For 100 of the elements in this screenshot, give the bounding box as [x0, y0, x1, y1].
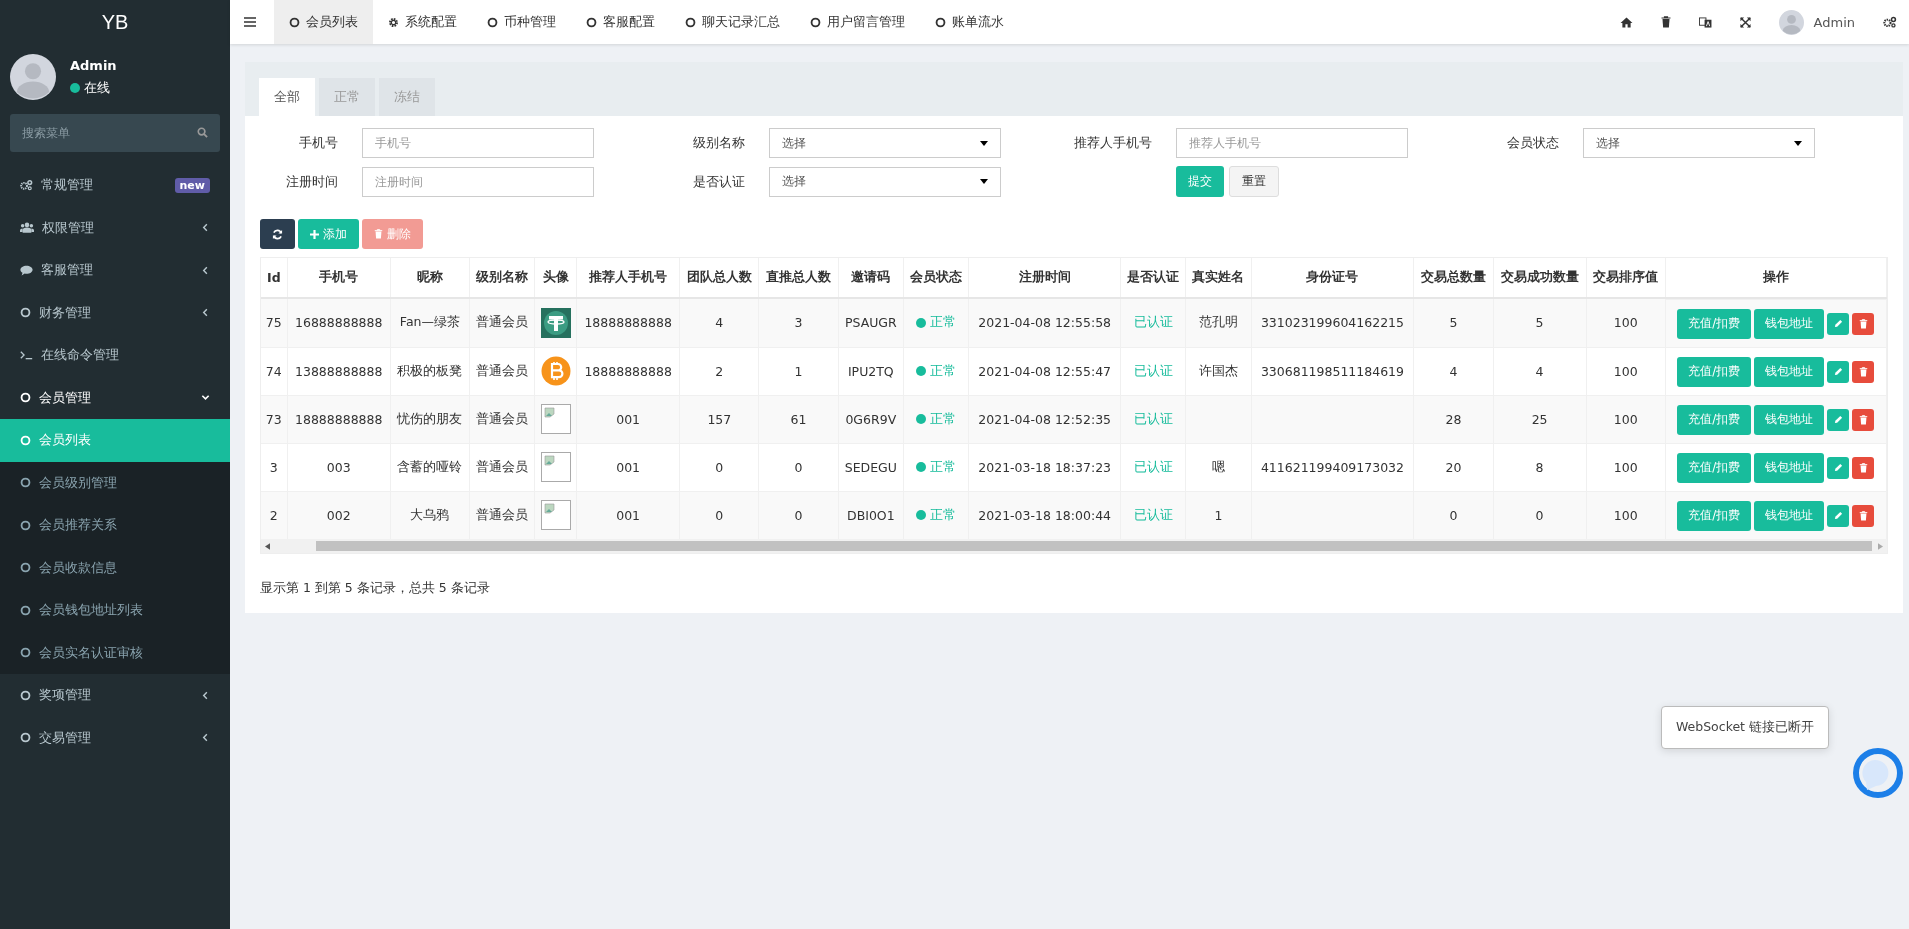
- terminal-icon: [20, 350, 33, 361]
- circle-icon: [586, 16, 597, 28]
- circle-icon: [20, 519, 31, 531]
- chevron-left-icon: [201, 690, 210, 700]
- tether-coin-icon: [540, 307, 571, 338]
- scroll-left-icon[interactable]: [265, 542, 270, 550]
- trash-icon[interactable]: [1660, 16, 1671, 28]
- delete-button[interactable]: [1852, 312, 1875, 335]
- table-cell: 4: [715, 315, 724, 331]
- table-cell: 普通会员: [476, 458, 529, 474]
- table-cell: 3: [794, 315, 803, 331]
- page-tab[interactable]: 客服配置: [571, 0, 670, 44]
- delete-button[interactable]: [1852, 456, 1875, 479]
- page-tab[interactable]: 用户留言管理: [795, 0, 920, 44]
- delete-button[interactable]: [1852, 360, 1875, 383]
- sidebar-menu-item[interactable]: 常规管理 new: [0, 164, 230, 207]
- fullscreen-icon[interactable]: [1739, 16, 1751, 28]
- menu-icon[interactable]: [244, 17, 256, 27]
- trash-icon: [1858, 462, 1868, 473]
- status-text: 正常: [930, 410, 957, 428]
- chat-bubble-icon[interactable]: [1853, 748, 1903, 798]
- sidebar-menu-item[interactable]: 客服管理: [0, 249, 230, 292]
- table-cell: 100: [1613, 507, 1638, 523]
- avatar-icon: [1778, 9, 1804, 35]
- status-text: 正常: [930, 458, 957, 476]
- chevron-left-icon: [201, 308, 210, 318]
- reset-button[interactable]: 重置: [1229, 166, 1279, 197]
- new-badge: new: [174, 177, 210, 193]
- sidebar-menu-item[interactable]: 会员管理: [0, 376, 230, 419]
- sidebar-submenu-item[interactable]: 会员推荐关系: [0, 504, 230, 547]
- sidebar-submenu-item[interactable]: 会员收款信息: [0, 546, 230, 589]
- sidebar-menu-item[interactable]: 在线命令管理: [0, 334, 230, 377]
- table-cell: 18888888888: [584, 363, 672, 379]
- caret-icon: [980, 179, 988, 184]
- table-cell: IPU2TQ: [847, 363, 894, 379]
- status-text: 正常: [930, 362, 957, 380]
- scroll-right-icon[interactable]: [1878, 542, 1883, 550]
- horizontal-scrollbar[interactable]: [261, 539, 1887, 553]
- table-cell: 100: [1613, 363, 1638, 379]
- page-tab[interactable]: 聊天记录汇总: [670, 0, 795, 44]
- table-cell: 1: [794, 363, 803, 379]
- table-cell: DBI0O1: [847, 507, 895, 523]
- filter-tab[interactable]: 全部: [259, 78, 315, 116]
- table-cell: 2021-04-08 12:55:47: [978, 363, 1112, 379]
- table-cell: 2021-03-18 18:37:23: [978, 459, 1112, 475]
- verified-text: 已认证: [1133, 410, 1173, 426]
- filter-select[interactable]: 选择: [769, 128, 1001, 158]
- home-icon[interactable]: [1619, 16, 1633, 28]
- delete-button[interactable]: [1852, 408, 1875, 431]
- translate-icon[interactable]: [1698, 16, 1712, 28]
- table-cell: 157: [707, 411, 732, 427]
- edit-button[interactable]: [1827, 360, 1850, 383]
- verified-text: 已认证: [1133, 506, 1173, 522]
- table-cell: 2021-04-08 12:52:35: [978, 411, 1112, 427]
- filter-input[interactable]: 手机号: [362, 128, 594, 158]
- menu-search-field[interactable]: 搜索菜单: [10, 114, 220, 152]
- edit-button[interactable]: [1827, 408, 1850, 431]
- chevron-left-icon: [201, 265, 210, 275]
- sidebar-submenu-item[interactable]: 会员钱包地址列表: [0, 589, 230, 632]
- sidebar-menu-item[interactable]: 奖项管理: [0, 674, 230, 717]
- sidebar-menu-item[interactable]: 交易管理: [0, 716, 230, 759]
- user-name: Admin: [70, 57, 117, 73]
- sidebar-menu-item[interactable]: 权限管理: [0, 206, 230, 249]
- filter-input[interactable]: 推荐人手机号: [1176, 128, 1408, 158]
- table-cell: 忧伤的朋友: [397, 410, 463, 426]
- edit-button[interactable]: [1827, 504, 1850, 527]
- gears-icon: [20, 179, 33, 192]
- filter-select[interactable]: 选择: [1583, 128, 1815, 158]
- filter-select[interactable]: 选择: [769, 166, 1001, 197]
- page-tab[interactable]: 账单流水: [920, 0, 1019, 44]
- table-cell: 普通会员: [476, 506, 529, 522]
- table-cell: 普通会员: [476, 314, 529, 330]
- filter-label: 级别名称: [692, 134, 746, 152]
- table-cell: 含蓄的哑铃: [397, 458, 463, 474]
- page-tab[interactable]: 系统配置: [373, 0, 472, 44]
- page-tab[interactable]: 币种管理: [472, 0, 571, 44]
- sidebar-submenu-item[interactable]: 会员级别管理: [0, 461, 230, 504]
- status-text: 正常: [930, 314, 957, 332]
- gears-icon[interactable]: [1883, 16, 1897, 28]
- refresh-button[interactable]: [260, 219, 295, 249]
- search-icon: [197, 127, 208, 138]
- table-cell: 积极的板凳: [397, 362, 463, 378]
- filter-label: 手机号: [298, 134, 339, 152]
- table-cell: 73: [265, 411, 282, 427]
- sidebar-submenu-item[interactable]: 会员实名认证审核: [0, 631, 230, 674]
- scrollbar-thumb[interactable]: [316, 541, 1872, 551]
- filter-input[interactable]: 注册时间: [362, 166, 594, 197]
- circle-icon: [685, 16, 696, 28]
- plus-icon: [310, 229, 319, 239]
- broken-image-icon: [540, 500, 571, 531]
- refresh-icon: [272, 228, 283, 240]
- page-tab[interactable]: 会员列表: [274, 0, 373, 44]
- user-name[interactable]: Admin: [1813, 14, 1855, 30]
- caret-icon: [1794, 140, 1802, 146]
- online-dot: [70, 82, 80, 93]
- delete-button[interactable]: [1852, 504, 1875, 527]
- edit-button[interactable]: [1827, 456, 1850, 479]
- sidebar-menu-item[interactable]: 财务管理: [0, 291, 230, 334]
- filter-label: 注册时间: [285, 172, 339, 191]
- edit-button[interactable]: [1827, 312, 1850, 335]
